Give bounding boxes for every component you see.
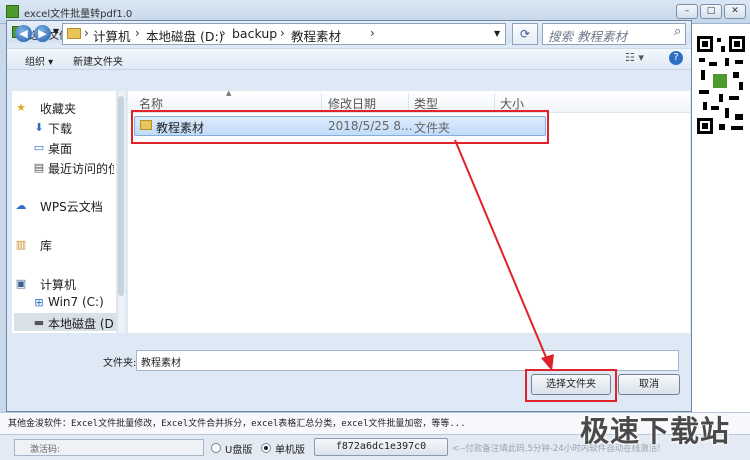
breadcrumb-separator-icon: ›: [280, 26, 285, 40]
favorites-star-icon: ★: [16, 101, 26, 114]
breadcrumb-tutorial[interactable]: 教程素材: [291, 26, 341, 45]
cloud-icon: ☁: [15, 199, 27, 212]
folder-field-label: 文件夹:: [103, 358, 137, 369]
info-text: 其他金浚软件：Excel文件批量修改，Excel文件合并拆分，excel表格汇总…: [8, 419, 466, 429]
breadcrumb-backup[interactable]: backup: [232, 26, 277, 41]
sort-arrow-icon: ▲: [226, 89, 232, 97]
close-button[interactable]: ✕: [724, 4, 746, 19]
sidebar-item-wps-cloud[interactable]: WPS云文档: [40, 198, 103, 215]
new-folder-button[interactable]: 新建文件夹: [73, 53, 123, 68]
sidebar-item-drive-d[interactable]: 本地磁盘 (D:: [48, 315, 114, 332]
search-icon: ⌕: [674, 24, 682, 39]
breadcrumb-drive-d[interactable]: 本地磁盘 (D:): [146, 26, 224, 45]
radio-standalone[interactable]: [261, 443, 271, 453]
watermark: 极速下载站: [580, 414, 731, 448]
highlight-box: [525, 369, 617, 402]
recent-places-icon: ▤: [33, 161, 45, 174]
cancel-button[interactable]: 取消: [618, 374, 680, 395]
refresh-button[interactable]: ⟳: [512, 23, 538, 45]
column-divider: [321, 93, 322, 111]
desktop-icon: ▭: [33, 141, 45, 154]
view-options-icon[interactable]: ☷ ▾: [625, 51, 644, 64]
breadcrumb-computer[interactable]: 计算机: [93, 26, 131, 45]
breadcrumb-separator-icon: ›: [135, 26, 140, 40]
forward-button[interactable]: ▶: [34, 25, 51, 42]
sidebar-item-downloads[interactable]: 下载: [48, 120, 72, 137]
back-button[interactable]: ◀: [15, 25, 32, 42]
sidebar-item-computer[interactable]: 计算机: [40, 276, 76, 293]
library-icon: ▥: [15, 238, 27, 251]
sidebar-item-recent[interactable]: 最近访问的位: [48, 160, 114, 177]
column-divider: [494, 93, 495, 111]
app-logo-icon: [6, 5, 19, 18]
downloads-icon: ⬇: [34, 121, 44, 134]
help-icon[interactable]: ?: [669, 51, 683, 65]
maximize-button[interactable]: □: [700, 4, 722, 19]
breadcrumb-dropdown-icon[interactable]: ›: [370, 26, 375, 40]
drive-icon: ▬: [33, 316, 45, 329]
folder-name-value: 教程素材: [141, 358, 181, 369]
organize-button[interactable]: 组织 ▾: [25, 53, 53, 68]
folder-name-input[interactable]: [136, 350, 679, 371]
radio-usb-label: U盘版: [225, 445, 253, 456]
radio-standalone-label: 单机版: [275, 445, 305, 456]
qr-code-image: [695, 34, 747, 136]
sidebar-item-libraries[interactable]: 库: [40, 237, 52, 254]
computer-icon: ▣: [15, 277, 27, 290]
column-divider: [408, 93, 409, 111]
radio-usb[interactable]: [211, 443, 221, 453]
sidebar-scrollbar-thumb[interactable]: [118, 96, 124, 296]
breadcrumb-separator-icon: ›: [84, 26, 89, 40]
sidebar-item-favorites[interactable]: 收藏夹: [40, 100, 76, 117]
machine-code-button[interactable]: f872a6dc1e397c0: [314, 438, 448, 456]
sidebar-item-drive-c[interactable]: Win7 (C:): [48, 295, 104, 309]
recent-locations-arrow-icon[interactable]: ▼: [53, 27, 59, 36]
minimize-button[interactable]: –: [676, 4, 698, 19]
highlight-box: [131, 110, 549, 144]
app-title: excel文件批量转pdf1.0: [24, 9, 133, 20]
breadcrumb-separator-icon: ›: [221, 26, 226, 40]
windows-drive-icon: ⊞: [34, 296, 44, 309]
activation-label: 激活码:: [30, 445, 61, 455]
folder-icon: [67, 28, 81, 39]
address-dropdown-icon[interactable]: ▼: [494, 29, 500, 38]
search-placeholder: 搜索 教程素材: [548, 29, 627, 44]
sidebar-item-desktop[interactable]: 桌面: [48, 140, 72, 157]
